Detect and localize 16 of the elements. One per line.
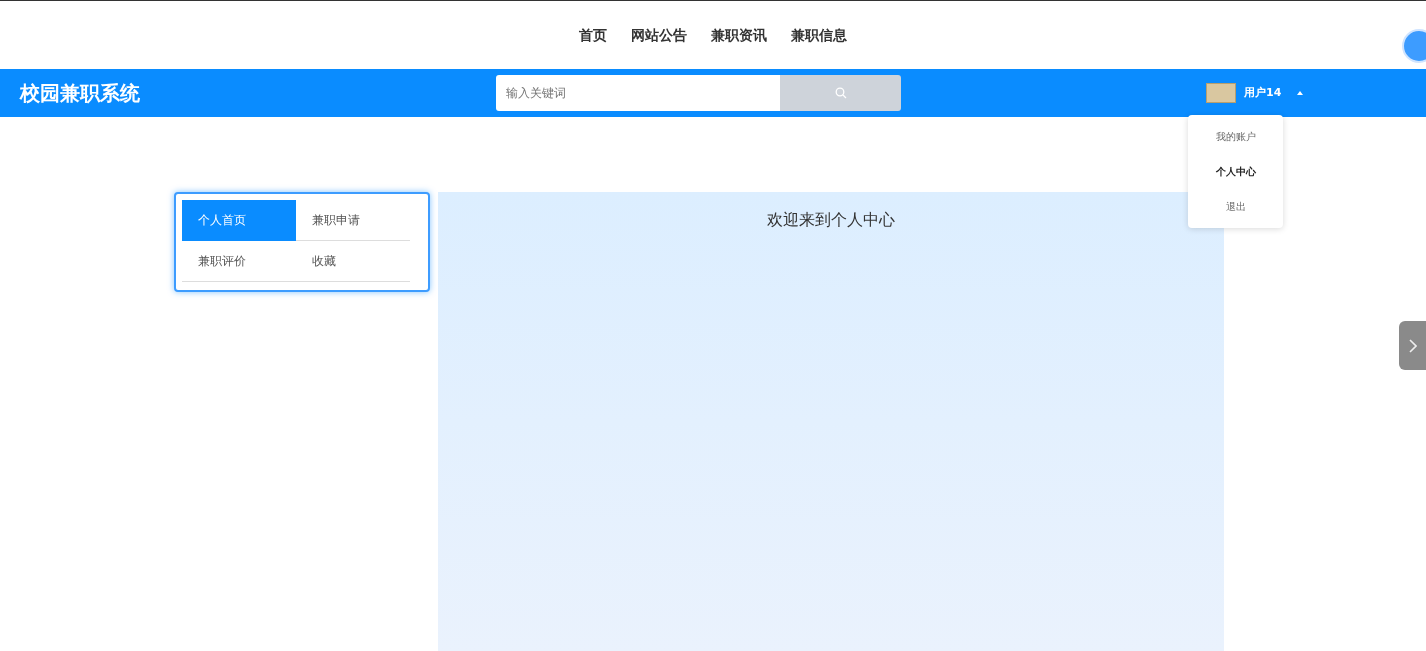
search-field[interactable]: 输入关键词 (496, 75, 780, 111)
avatar-image (1206, 83, 1236, 103)
nav-link[interactable]: 兼职资讯 (711, 24, 767, 46)
floating-circle-icon[interactable] (1402, 29, 1426, 63)
expand-tab[interactable] (1399, 321, 1426, 370)
search-icon (834, 87, 847, 99)
caret-icon[interactable] (1297, 91, 1304, 95)
site-title: 校园兼职系统 (20, 80, 141, 107)
welcome-title: 欢迎来到个人中心 (766, 209, 896, 231)
user-menu-item[interactable]: 个人中心 (1188, 154, 1283, 189)
user-menu-item[interactable]: 退出 (1188, 189, 1283, 224)
nav-link[interactable]: 网站公告 (631, 24, 687, 46)
chevron-right-icon (1408, 338, 1417, 353)
nav-link[interactable]: 首页 (579, 24, 607, 46)
nav-link[interactable]: 兼职信息 (791, 24, 847, 46)
user-menu-item[interactable]: 我的账户 (1188, 119, 1283, 154)
